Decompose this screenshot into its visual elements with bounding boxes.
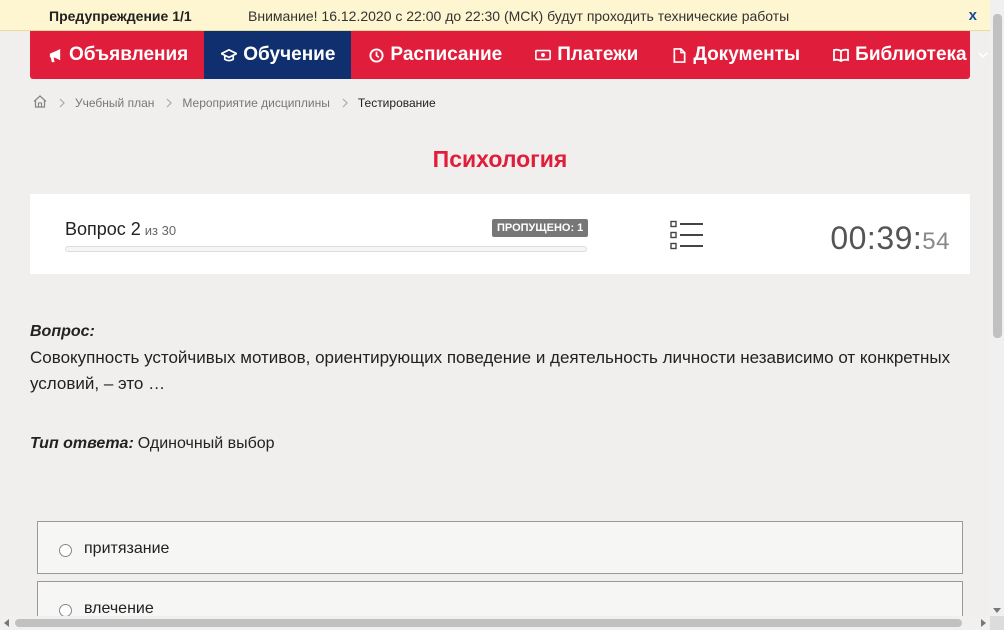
warning-banner: Предупреждение 1/1 Внимание! 16.12.2020 … bbox=[0, 0, 990, 31]
vertical-scrollbar-thumb[interactable] bbox=[993, 14, 1002, 338]
nav-label: Документы bbox=[693, 44, 801, 65]
question-number-label: Вопрос 2 bbox=[65, 219, 141, 239]
horizontal-scrollbar-thumb[interactable] bbox=[15, 619, 962, 627]
timer-seconds: 54 bbox=[922, 228, 950, 255]
scroll-left-arrow-icon[interactable] bbox=[4, 619, 9, 627]
chevron-down-icon bbox=[977, 49, 989, 61]
nav-item-library[interactable]: Библиотека bbox=[816, 31, 1004, 79]
nav-item-schedule[interactable]: Расписание bbox=[351, 31, 518, 79]
money-icon bbox=[535, 47, 552, 63]
nav-item-documents[interactable]: Документы bbox=[654, 31, 816, 79]
nav-item-announcements[interactable]: Объявления bbox=[30, 31, 204, 79]
question-text: Совокупность устойчивых мотивов, ориенти… bbox=[30, 348, 951, 393]
answer-type-label: Тип ответа: bbox=[30, 435, 134, 452]
graduation-cap-icon bbox=[221, 47, 238, 63]
nav-item-education[interactable]: Обучение bbox=[204, 31, 352, 79]
megaphone-icon bbox=[47, 47, 63, 63]
progress-bar bbox=[65, 246, 587, 252]
home-icon[interactable] bbox=[33, 95, 47, 111]
vertical-scrollbar[interactable] bbox=[990, 0, 1004, 616]
answer-option-text: притязание bbox=[84, 540, 170, 557]
warning-close-button[interactable]: x bbox=[969, 7, 977, 24]
book-icon bbox=[833, 47, 850, 63]
chevron-right-icon bbox=[342, 98, 348, 108]
skipped-badge: ПРОПУЩЕНО: 1 bbox=[492, 219, 589, 237]
timer: 00:39:54 bbox=[830, 220, 950, 257]
nav-label: Объявления bbox=[69, 44, 189, 65]
document-icon bbox=[671, 47, 687, 63]
horizontal-scrollbar[interactable] bbox=[0, 616, 990, 630]
breadcrumb: Учебный план Мероприятие дисциплины Тест… bbox=[33, 95, 436, 111]
chevron-right-icon bbox=[59, 98, 65, 108]
nav-label: Расписание bbox=[390, 44, 503, 65]
breadcrumb-current: Тестирование bbox=[357, 96, 436, 110]
question-total: из 30 bbox=[144, 223, 177, 238]
nav-label: Библиотека bbox=[855, 44, 967, 65]
clock-icon bbox=[368, 47, 384, 63]
nav-item-payments[interactable]: Платежи bbox=[518, 31, 654, 79]
scrollbar-corner bbox=[990, 616, 1004, 630]
answer-option[interactable]: притязание bbox=[37, 521, 963, 574]
main-nav: Объявления Обучение Расписание Платежи Д… bbox=[30, 31, 988, 79]
warning-title: Предупреждение 1/1 bbox=[49, 8, 192, 24]
breadcrumb-item[interactable]: Учебный план bbox=[75, 96, 154, 110]
question-list-icon[interactable] bbox=[670, 220, 704, 250]
question-panel: Вопрос 2 из 30 ПРОПУЩЕНО: 1 00:39:54 bbox=[30, 194, 970, 274]
warning-text: Внимание! 16.12.2020 с 22:00 до 22:30 (М… bbox=[248, 8, 790, 24]
page-title: Психология bbox=[432, 146, 568, 172]
nav-label: Платежи bbox=[557, 44, 639, 65]
nav-label: Обучение bbox=[243, 44, 336, 65]
answer-type-value: Одиночный выбор bbox=[137, 435, 275, 452]
question-label: Вопрос: bbox=[30, 323, 95, 340]
question-number: Вопрос 2 из 30 bbox=[65, 219, 176, 240]
breadcrumb-item[interactable]: Мероприятие дисциплины bbox=[182, 96, 329, 110]
answer-type: Тип ответа: Одиночный выбор bbox=[30, 435, 275, 453]
radio-button[interactable] bbox=[59, 544, 72, 557]
scroll-right-arrow-icon[interactable] bbox=[981, 619, 986, 627]
chevron-right-icon bbox=[166, 98, 173, 108]
timer-main: 00:39: bbox=[830, 220, 923, 256]
scroll-down-arrow-icon[interactable] bbox=[993, 608, 1001, 613]
